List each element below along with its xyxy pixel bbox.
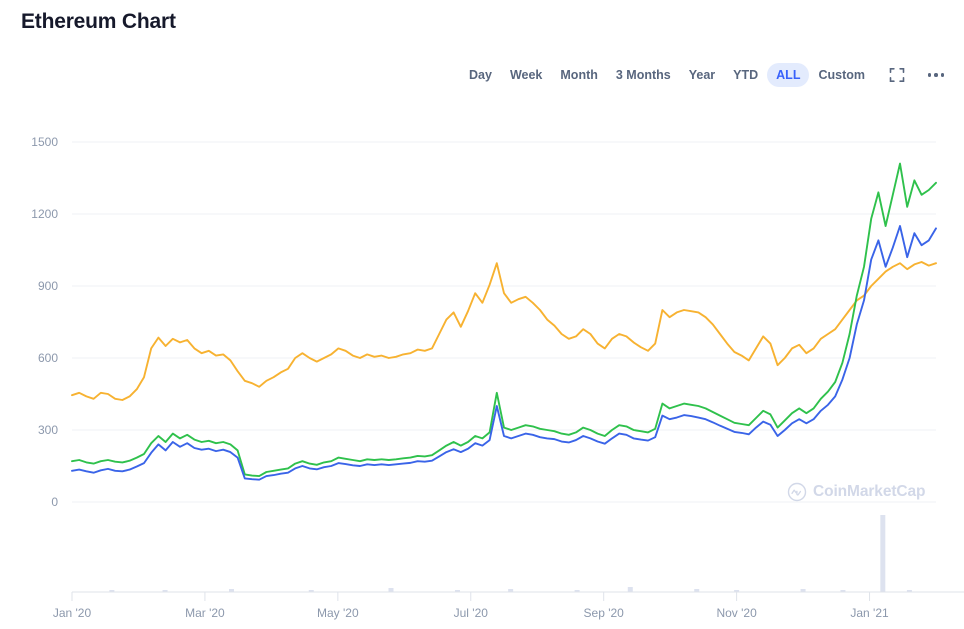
series-orange	[72, 262, 936, 400]
x-axis: Jan '20 Mar '20 May '20 Jul '20 Sep '20 Nov '…	[53, 592, 964, 620]
range-button-year[interactable]: Year	[680, 63, 724, 87]
y-axis-tick-label: 300	[38, 423, 58, 437]
x-axis-tick-label: Sep '20	[584, 606, 625, 620]
more-horizontal-icon[interactable]	[926, 65, 946, 85]
range-button-month[interactable]: Month	[551, 63, 606, 87]
range-button-ytd[interactable]: YTD	[724, 63, 767, 87]
range-button-day[interactable]: Day	[460, 63, 501, 87]
price-chart[interactable]: 0 300 600 900 1200 1500 Jan '20 Mar '20 May '20…	[0, 100, 964, 624]
volume-bars	[109, 515, 912, 592]
range-button-3-months[interactable]: 3 Months	[607, 63, 680, 87]
page-title: Ethereum Chart	[21, 10, 176, 34]
x-axis-tick-label: Mar '20	[185, 606, 225, 620]
y-axis-tick-label: 0	[51, 495, 58, 509]
y-axis-tick-label: 1500	[31, 135, 58, 149]
chart-gridlines	[72, 142, 936, 502]
x-axis-tick-label: May '20	[317, 606, 359, 620]
range-button-week[interactable]: Week	[501, 63, 551, 87]
x-axis-tick-label: Jul '20	[454, 606, 489, 620]
range-selector-toolbar: Day Week Month 3 Months Year YTD ALL Cus…	[460, 62, 946, 88]
x-axis-tick-label: Jan '21	[850, 606, 889, 620]
x-axis-tick-label: Jan '20	[53, 606, 92, 620]
y-axis-tick-label: 600	[38, 351, 58, 365]
x-axis-tick-label: Nov '20	[716, 606, 757, 620]
y-axis-tick-label: 900	[38, 279, 58, 293]
series-green	[72, 164, 936, 476]
chart-series	[72, 164, 936, 480]
range-button-all[interactable]: ALL	[767, 63, 809, 87]
range-button-custom[interactable]: Custom	[809, 63, 874, 87]
fullscreen-icon[interactable]	[887, 65, 907, 85]
chart-svg: 0 300 600 900 1200 1500 Jan '20 Mar '20 May '20…	[0, 100, 964, 624]
y-axis-tick-label: 1200	[31, 207, 58, 221]
y-axis-labels: 0 300 600 900 1200 1500	[31, 135, 58, 509]
